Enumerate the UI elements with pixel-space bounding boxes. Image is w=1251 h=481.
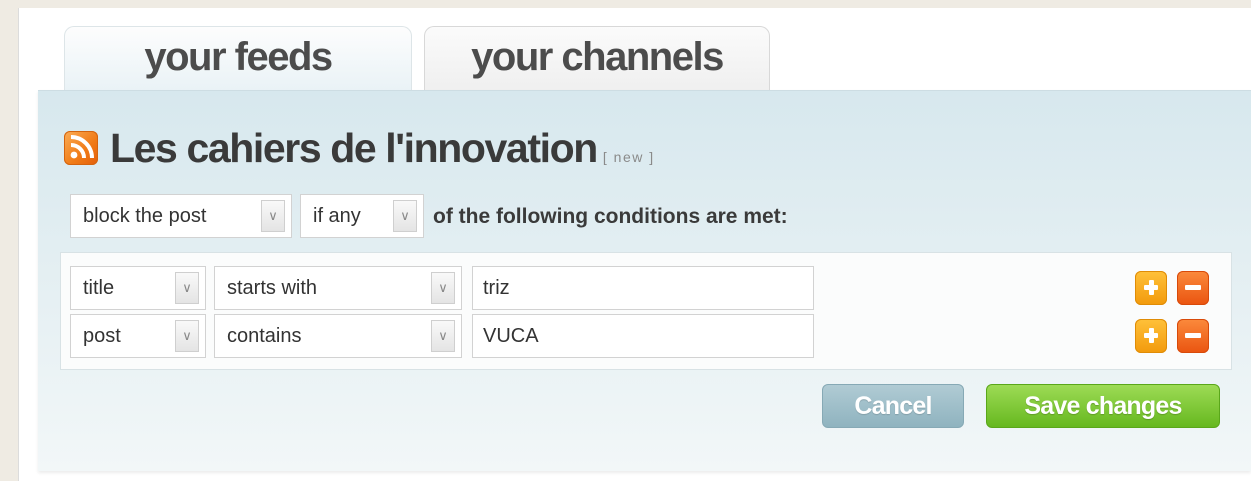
plus-icon-vertical (1149, 280, 1154, 295)
remove-rule-button[interactable] (1177, 271, 1209, 305)
feed-title: Les cahiers de l'innovation (110, 124, 598, 171)
rule-value-input[interactable]: VUCA (472, 314, 814, 358)
match-select-value: if any (313, 204, 361, 227)
cancel-button[interactable]: Cancel (822, 384, 964, 428)
save-changes-button[interactable]: Save changes (986, 384, 1220, 428)
chevron-down-icon[interactable]: ∨ (175, 272, 199, 304)
add-rule-button[interactable] (1135, 271, 1167, 305)
rule-field-select[interactable]: title ∨ (70, 266, 206, 310)
feed-header: Les cahiers de l'innovation [ new ] (64, 124, 655, 172)
plus-icon-vertical (1149, 328, 1154, 343)
condition-text: of the following conditions are met: (433, 205, 788, 228)
tab-your-channels[interactable]: your channels (424, 26, 770, 92)
match-select[interactable]: if any ∨ (300, 194, 424, 238)
chevron-down-icon[interactable]: ∨ (393, 200, 417, 232)
rule-operator-value: contains (227, 324, 302, 347)
chevron-down-icon[interactable]: ∨ (431, 320, 455, 352)
new-badge: [ new ] (602, 149, 655, 165)
rule-field-select[interactable]: post ∨ (70, 314, 206, 358)
chevron-down-icon[interactable]: ∨ (431, 272, 455, 304)
action-select-value: block the post (83, 204, 207, 227)
action-select[interactable]: block the post ∨ (70, 194, 292, 238)
rule-field-value: post (83, 324, 121, 347)
rule-field-value: title (83, 276, 115, 299)
minus-icon (1185, 285, 1201, 290)
rule-operator-value: starts with (227, 276, 318, 299)
rule-value-input[interactable]: triz (472, 266, 814, 310)
rss-icon (64, 131, 98, 165)
add-rule-button[interactable] (1135, 319, 1167, 353)
chevron-down-icon[interactable]: ∨ (175, 320, 199, 352)
rule-operator-select[interactable]: contains ∨ (214, 314, 462, 358)
remove-rule-button[interactable] (1177, 319, 1209, 353)
minus-icon (1185, 333, 1201, 338)
chevron-down-icon[interactable]: ∨ (261, 200, 285, 232)
tab-your-feeds[interactable]: your feeds (64, 26, 412, 92)
rule-operator-select[interactable]: starts with ∨ (214, 266, 462, 310)
